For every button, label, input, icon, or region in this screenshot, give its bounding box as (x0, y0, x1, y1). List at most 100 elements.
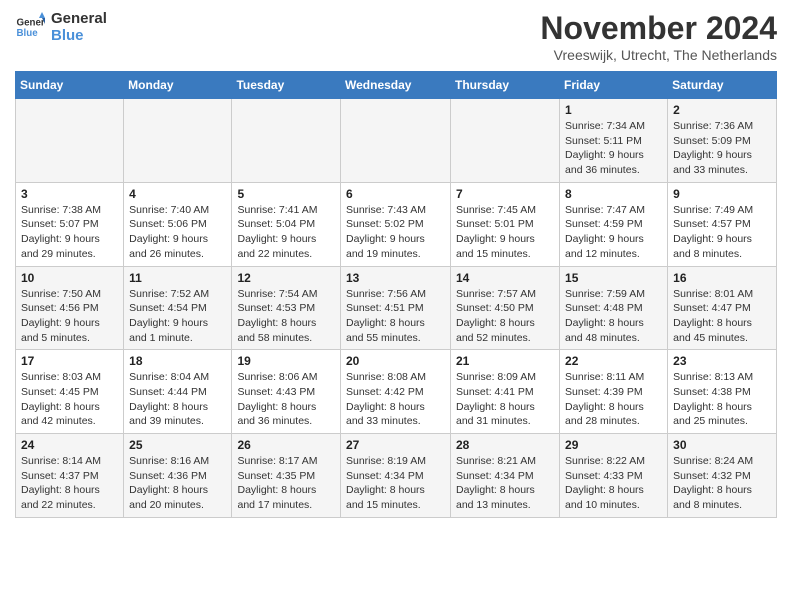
day-info: Sunrise: 8:22 AM Sunset: 4:33 PM Dayligh… (565, 454, 662, 513)
calendar-cell: 23Sunrise: 8:13 AM Sunset: 4:38 PM Dayli… (668, 350, 777, 434)
calendar-week-row: 1 Sunrise: 7:34 AM Sunset: 5:11 PM Daylig… (16, 99, 777, 183)
day-number: 10 (21, 271, 118, 285)
calendar-cell: 11 Sunrise: 7:52 AM Sunset: 4:54 PM Dayli… (124, 266, 232, 350)
day-number: 1 (565, 103, 662, 117)
day-info: Sunrise: 8:11 AM Sunset: 4:39 PM Dayligh… (565, 370, 662, 429)
day-number: 4 (129, 187, 226, 201)
day-info: Sunrise: 7:36 AM Sunset: 5:09 PM Dayligh… (673, 119, 771, 178)
calendar-week-row: 24 Sunrise: 8:14 AM Sunset: 4:37 PM Dayli… (16, 434, 777, 518)
calendar-cell: 7Sunrise: 7:45 AM Sunset: 5:01 PM Daylig… (451, 182, 560, 266)
title-area: November 2024 Vreeswijk, Utrecht, The Ne… (540, 10, 777, 63)
svg-text:Blue: Blue (17, 28, 39, 39)
day-number: 18 (129, 354, 226, 368)
day-number: 20 (346, 354, 445, 368)
day-info: Sunrise: 7:43 AM Sunset: 5:02 PM Dayligh… (346, 203, 445, 262)
calendar-cell: 3 Sunrise: 7:38 AM Sunset: 5:07 PM Daylig… (16, 182, 124, 266)
day-info: Sunrise: 8:08 AM Sunset: 4:42 PM Dayligh… (346, 370, 445, 429)
calendar-cell: 19 Sunrise: 8:06 AM Sunset: 4:43 PM Dayli… (232, 350, 341, 434)
day-number: 2 (673, 103, 771, 117)
calendar-cell: 9 Sunrise: 7:49 AM Sunset: 4:57 PM Daylig… (668, 182, 777, 266)
day-info: Sunrise: 7:34 AM Sunset: 5:11 PM Dayligh… (565, 119, 662, 178)
day-number: 30 (673, 438, 771, 452)
calendar-week-row: 3 Sunrise: 7:38 AM Sunset: 5:07 PM Daylig… (16, 182, 777, 266)
calendar-cell: 17 Sunrise: 8:03 AM Sunset: 4:45 PM Dayli… (16, 350, 124, 434)
day-info: Sunrise: 8:03 AM Sunset: 4:45 PM Dayligh… (21, 370, 118, 429)
calendar-cell: 15Sunrise: 7:59 AM Sunset: 4:48 PM Dayli… (560, 266, 668, 350)
calendar-cell: 2 Sunrise: 7:36 AM Sunset: 5:09 PM Daylig… (668, 99, 777, 183)
day-number: 9 (673, 187, 771, 201)
calendar-cell: 28 Sunrise: 8:21 AM Sunset: 4:34 PM Dayli… (451, 434, 560, 518)
calendar-cell (341, 99, 451, 183)
day-number: 17 (21, 354, 118, 368)
calendar-cell: 16 Sunrise: 8:01 AM Sunset: 4:47 PM Dayli… (668, 266, 777, 350)
day-number: 14 (456, 271, 554, 285)
calendar-cell: 10Sunrise: 7:50 AM Sunset: 4:56 PM Dayli… (16, 266, 124, 350)
calendar-cell: 4Sunrise: 7:40 AM Sunset: 5:06 PM Daylig… (124, 182, 232, 266)
day-number: 5 (237, 187, 335, 201)
weekday-header-friday: Friday (560, 72, 668, 99)
day-number: 12 (237, 271, 335, 285)
calendar-week-row: 10Sunrise: 7:50 AM Sunset: 4:56 PM Dayli… (16, 266, 777, 350)
day-info: Sunrise: 7:38 AM Sunset: 5:07 PM Dayligh… (21, 203, 118, 262)
day-number: 28 (456, 438, 554, 452)
day-number: 16 (673, 271, 771, 285)
day-number: 13 (346, 271, 445, 285)
weekday-header-thursday: Thursday (451, 72, 560, 99)
day-info: Sunrise: 8:13 AM Sunset: 4:38 PM Dayligh… (673, 370, 771, 429)
day-info: Sunrise: 7:59 AM Sunset: 4:48 PM Dayligh… (565, 287, 662, 346)
day-info: Sunrise: 8:01 AM Sunset: 4:47 PM Dayligh… (673, 287, 771, 346)
day-info: Sunrise: 8:24 AM Sunset: 4:32 PM Dayligh… (673, 454, 771, 513)
calendar-cell: 18 Sunrise: 8:04 AM Sunset: 4:44 PM Dayli… (124, 350, 232, 434)
day-number: 19 (237, 354, 335, 368)
day-info: Sunrise: 8:09 AM Sunset: 4:41 PM Dayligh… (456, 370, 554, 429)
calendar-cell: 25 Sunrise: 8:16 AM Sunset: 4:36 PM Dayli… (124, 434, 232, 518)
calendar-cell: 8 Sunrise: 7:47 AM Sunset: 4:59 PM Daylig… (560, 182, 668, 266)
day-number: 11 (129, 271, 226, 285)
day-number: 7 (456, 187, 554, 201)
calendar-table: SundayMondayTuesdayWednesdayThursdayFrid… (15, 71, 777, 518)
weekday-header-row: SundayMondayTuesdayWednesdayThursdayFrid… (16, 72, 777, 99)
weekday-header-wednesday: Wednesday (341, 72, 451, 99)
logo-blue: Blue (51, 27, 107, 44)
calendar-cell: 13Sunrise: 7:56 AM Sunset: 4:51 PM Dayli… (341, 266, 451, 350)
weekday-header-tuesday: Tuesday (232, 72, 341, 99)
calendar-cell: 21 Sunrise: 8:09 AM Sunset: 4:41 PM Dayli… (451, 350, 560, 434)
day-info: Sunrise: 8:21 AM Sunset: 4:34 PM Dayligh… (456, 454, 554, 513)
weekday-header-sunday: Sunday (16, 72, 124, 99)
day-number: 8 (565, 187, 662, 201)
day-number: 22 (565, 354, 662, 368)
day-info: Sunrise: 7:57 AM Sunset: 4:50 PM Dayligh… (456, 287, 554, 346)
day-number: 26 (237, 438, 335, 452)
weekday-header-monday: Monday (124, 72, 232, 99)
day-info: Sunrise: 8:06 AM Sunset: 4:43 PM Dayligh… (237, 370, 335, 429)
day-info: Sunrise: 7:49 AM Sunset: 4:57 PM Dayligh… (673, 203, 771, 262)
day-info: Sunrise: 8:04 AM Sunset: 4:44 PM Dayligh… (129, 370, 226, 429)
day-number: 24 (21, 438, 118, 452)
logo-general: General (51, 10, 107, 27)
day-info: Sunrise: 8:16 AM Sunset: 4:36 PM Dayligh… (129, 454, 226, 513)
svg-text:General: General (17, 18, 46, 29)
day-info: Sunrise: 7:47 AM Sunset: 4:59 PM Dayligh… (565, 203, 662, 262)
calendar-cell: 20 Sunrise: 8:08 AM Sunset: 4:42 PM Dayli… (341, 350, 451, 434)
calendar-cell: 29 Sunrise: 8:22 AM Sunset: 4:33 PM Dayli… (560, 434, 668, 518)
calendar-cell: 24 Sunrise: 8:14 AM Sunset: 4:37 PM Dayli… (16, 434, 124, 518)
day-number: 21 (456, 354, 554, 368)
calendar-cell: 5 Sunrise: 7:41 AM Sunset: 5:04 PM Daylig… (232, 182, 341, 266)
logo: General Blue General Blue (15, 10, 107, 44)
day-number: 3 (21, 187, 118, 201)
day-number: 6 (346, 187, 445, 201)
day-info: Sunrise: 7:52 AM Sunset: 4:54 PM Dayligh… (129, 287, 226, 346)
calendar-cell: 27Sunrise: 8:19 AM Sunset: 4:34 PM Dayli… (341, 434, 451, 518)
day-info: Sunrise: 8:14 AM Sunset: 4:37 PM Dayligh… (21, 454, 118, 513)
day-info: Sunrise: 7:41 AM Sunset: 5:04 PM Dayligh… (237, 203, 335, 262)
calendar-cell (451, 99, 560, 183)
calendar-week-row: 17 Sunrise: 8:03 AM Sunset: 4:45 PM Dayli… (16, 350, 777, 434)
day-number: 25 (129, 438, 226, 452)
calendar-cell (124, 99, 232, 183)
day-number: 29 (565, 438, 662, 452)
calendar-cell: 1 Sunrise: 7:34 AM Sunset: 5:11 PM Daylig… (560, 99, 668, 183)
calendar-cell: 26 Sunrise: 8:17 AM Sunset: 4:35 PM Dayli… (232, 434, 341, 518)
day-number: 27 (346, 438, 445, 452)
calendar-cell: 6 Sunrise: 7:43 AM Sunset: 5:02 PM Daylig… (341, 182, 451, 266)
day-info: Sunrise: 8:17 AM Sunset: 4:35 PM Dayligh… (237, 454, 335, 513)
